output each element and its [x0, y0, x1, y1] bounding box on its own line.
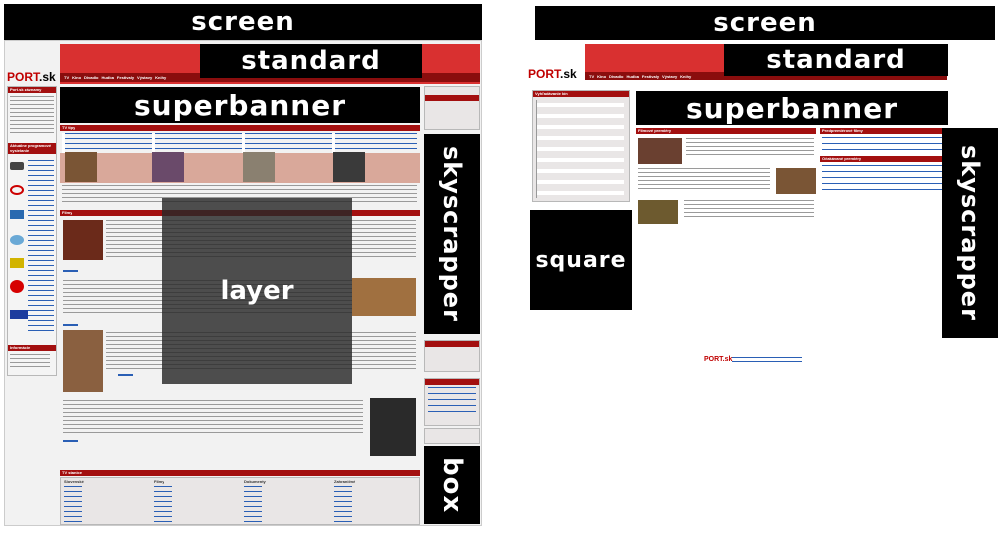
film-text — [63, 400, 363, 435]
right-search-fields[interactable] — [536, 100, 624, 198]
film-photo[interactable] — [370, 398, 416, 456]
channel-logo-icon[interactable] — [10, 258, 24, 268]
comparison-stage: TV Kino Divadlo Hudba Festivaly Výstavy … — [0, 0, 998, 534]
right-logo-suffix: .sk — [560, 67, 577, 81]
tv-tip-photo[interactable] — [333, 152, 365, 182]
right-nav-item[interactable]: Festivaly — [642, 74, 659, 79]
right-nav-item[interactable]: Hudba — [626, 74, 638, 79]
left-sidebar-text — [10, 96, 54, 136]
premiere-text — [638, 168, 770, 190]
stations-col-title: Filmy — [154, 479, 165, 484]
film-link[interactable] — [63, 324, 78, 326]
right-nav-item[interactable]: Divadlo — [609, 74, 623, 79]
left-sidebar-title: Port.sk záznamy — [8, 87, 56, 93]
tv-tip-photo[interactable] — [243, 152, 275, 182]
right-nav-item[interactable]: Výstavy — [662, 74, 677, 79]
premiere-photo[interactable] — [776, 168, 816, 194]
right-standard-ad: standard — [724, 44, 948, 76]
left-nav-item[interactable]: Hudba — [101, 75, 113, 80]
right-footer-links[interactable] — [732, 357, 802, 365]
film-link[interactable] — [118, 374, 133, 376]
right-panel-title: Očakávané premiéry — [822, 156, 862, 161]
left-premieres-links[interactable] — [428, 387, 476, 417]
right-logo-main: PORT — [528, 67, 561, 81]
right-panel-title: Filmové premiéry — [638, 128, 672, 133]
film-photo[interactable] — [63, 220, 103, 260]
channel-logo-icon[interactable] — [10, 235, 24, 245]
left-layer-ad: layer — [162, 198, 352, 384]
right-nav-item[interactable]: TV — [589, 74, 594, 79]
film-link[interactable] — [63, 440, 78, 442]
right-skyscrapper-ad: skyscrapper — [942, 128, 998, 338]
channel-logo-icon[interactable] — [10, 210, 24, 219]
film-photo[interactable] — [352, 278, 416, 316]
stations-links[interactable] — [64, 486, 414, 524]
left-skyscrapper-ad: skyscrapper — [424, 134, 480, 334]
left-superbanner-ad: superbanner — [60, 87, 420, 123]
left-tvtips-text — [62, 133, 417, 153]
left-sidebar-text — [28, 160, 54, 335]
left-sidebar-title: Aktuálne programové vysielanie — [8, 143, 56, 154]
right-logo[interactable]: PORT.sk — [528, 67, 577, 81]
left-box-ad: box — [424, 446, 480, 524]
premiere-photo[interactable] — [638, 200, 678, 224]
right-superbanner-ad: superbanner — [636, 91, 948, 125]
channel-logo-icon[interactable] — [10, 310, 28, 319]
premiere-photo[interactable] — [638, 138, 682, 164]
right-nav-item[interactable]: Knihy — [680, 74, 691, 79]
left-section-title: TV stanice — [62, 470, 83, 475]
left-right-column — [424, 86, 480, 130]
left-sidebar-text — [10, 354, 50, 368]
right-nav-item[interactable]: Kino — [597, 74, 606, 79]
left-nav-menu[interactable]: TV Kino Divadlo Hudba Festivaly Výstavy … — [64, 75, 166, 80]
stations-col-title: Dokumenty — [244, 479, 266, 484]
left-sidebar-title: Informácie — [8, 345, 56, 351]
left-section-title: Filmy — [62, 210, 73, 215]
left-screen-ad: screen — [4, 4, 482, 40]
left-nav-item[interactable]: Divadlo — [84, 75, 98, 80]
channel-logo-icon[interactable] — [10, 280, 24, 293]
right-square-ad: square — [530, 210, 632, 310]
left-standard-ad: standard — [200, 44, 422, 78]
left-nav-item[interactable]: Kino — [72, 75, 81, 80]
left-section-header — [60, 125, 420, 131]
channel-logo-icon[interactable] — [10, 185, 24, 195]
left-tvtips-band — [60, 153, 420, 183]
stations-col-title: Slovenské — [64, 479, 84, 484]
left-logo-main: PORT — [7, 70, 40, 84]
tv-tip-photo[interactable] — [65, 152, 97, 182]
right-nav-menu[interactable]: TV Kino Divadlo Hudba Festivaly Výstavy … — [589, 74, 691, 79]
premiere-text — [684, 200, 814, 220]
left-nav-item[interactable]: Výstavy — [137, 75, 152, 80]
film-link[interactable] — [63, 270, 78, 272]
left-section-title: TV tipy — [62, 125, 76, 130]
film-photo[interactable] — [63, 330, 103, 392]
left-nav-item[interactable]: TV — [64, 75, 69, 80]
tv-tip-photo[interactable] — [152, 152, 184, 182]
expected-links[interactable] — [822, 165, 946, 195]
left-section-header — [60, 470, 420, 476]
left-logo[interactable]: PORT.sk — [7, 70, 56, 84]
right-footer-logo[interactable]: PORT.sk — [704, 356, 732, 363]
channel-logo-icon[interactable] — [10, 162, 24, 170]
right-screen-ad: screen — [535, 6, 995, 40]
prepremiere-links[interactable] — [822, 137, 946, 151]
left-right-title — [425, 379, 479, 385]
right-panel-title: Predpremiérové filmy — [822, 128, 863, 133]
left-right-title — [425, 341, 479, 347]
premiere-text — [686, 138, 814, 158]
left-logo-suffix: .sk — [39, 70, 56, 84]
left-prepremieres-box — [424, 428, 480, 444]
left-nav-item[interactable]: Festivaly — [117, 75, 134, 80]
right-panel-title: Vyhľadávanie kín — [533, 91, 629, 97]
left-right-title — [425, 95, 479, 101]
left-nav-item[interactable]: Knihy — [155, 75, 166, 80]
stations-col-title: Zahraničné — [334, 479, 356, 484]
